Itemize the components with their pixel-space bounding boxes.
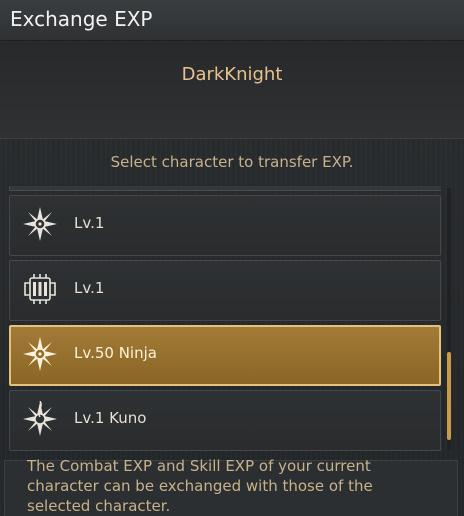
fortress-icon	[24, 274, 56, 304]
list-scrollbar[interactable]	[447, 188, 451, 450]
character-level-label: Lv.50 Ninja	[74, 344, 157, 362]
character-list: Lv.1 Lv.1 Lv.50 Ninja Lv.1 Kuno	[9, 186, 441, 452]
kunoichi-shuriken-icon	[23, 401, 57, 436]
list-item-partial[interactable]	[9, 186, 441, 191]
character-item-1[interactable]: Lv.1	[9, 195, 441, 256]
title-bar[interactable]: Exchange EXP	[0, 0, 464, 41]
character-level-label: Lv.1	[74, 214, 105, 232]
scrollbar-thumb[interactable]	[447, 352, 451, 440]
shuriken-icon	[23, 207, 57, 241]
shuriken-icon	[23, 337, 57, 371]
exchange-exp-window: Exchange EXP DarkKnight Select character…	[0, 0, 464, 516]
window-title: Exchange EXP	[10, 7, 153, 31]
info-box: The Combat EXP and Skill EXP of your cur…	[4, 457, 458, 516]
character-item-2[interactable]: Lv.1	[9, 260, 441, 321]
character-level-label: Lv.1 Kuno	[74, 409, 147, 427]
character-item-3-selected[interactable]: Lv.50 Ninja	[9, 325, 441, 386]
instruction-text: Select character to transfer EXP.	[110, 153, 354, 171]
info-text: The Combat EXP and Skill EXP of your cur…	[27, 457, 373, 515]
character-item-4[interactable]: Lv.1 Kuno	[9, 390, 441, 451]
character-level-label: Lv.1	[74, 279, 105, 297]
current-character-name: DarkKnight	[181, 64, 283, 85]
current-character-header: DarkKnight	[0, 42, 464, 139]
